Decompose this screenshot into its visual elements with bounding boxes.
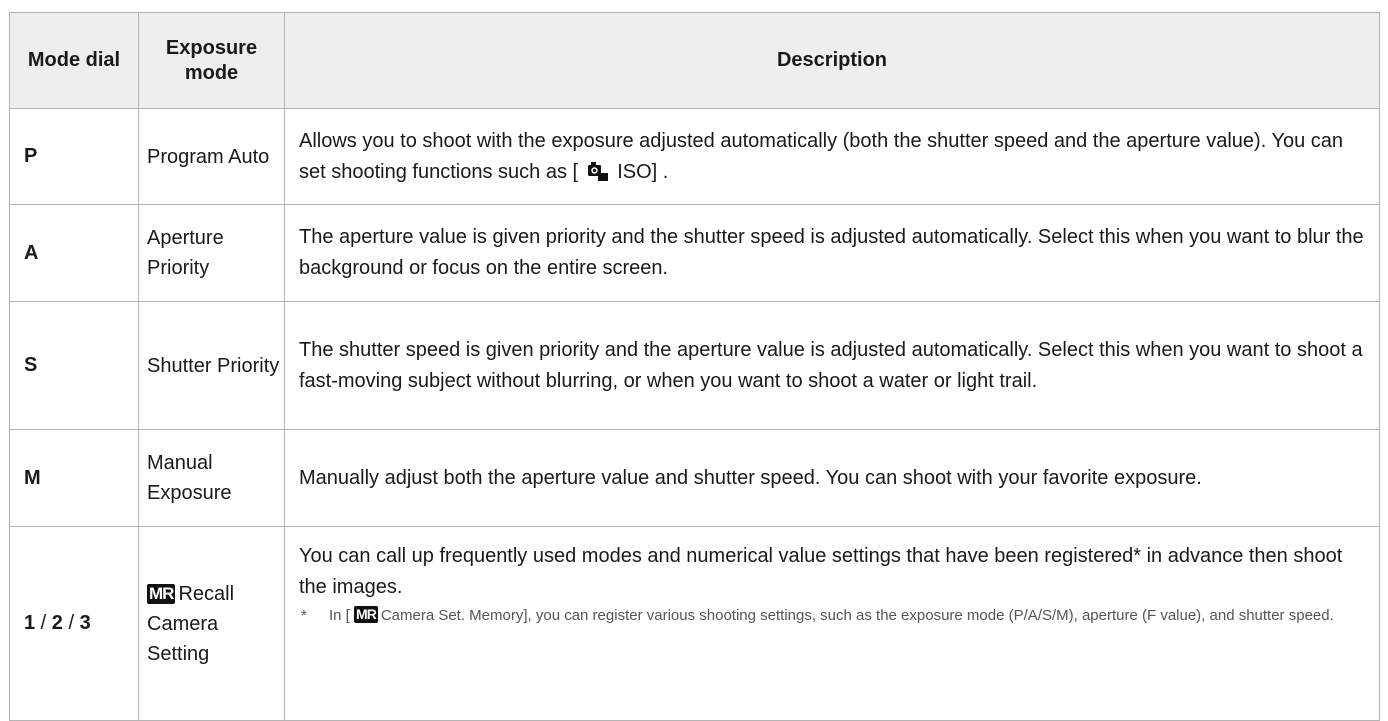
footnote-text-pre: In [ <box>329 607 350 624</box>
mode-dial-cell: 1 / 2 / 3 <box>9 526 139 721</box>
description-cell: The shutter speed is given priority and … <box>284 301 1380 430</box>
mode-dial-1: 1 <box>24 612 36 634</box>
table-header-row: Mode dial Exposure mode Description <box>9 12 1380 109</box>
mode-dial-separator: / <box>62 612 80 634</box>
description-text: Allows you to shoot with the exposure ad… <box>299 129 1343 183</box>
mode-dial-2: 2 <box>51 612 63 634</box>
mode-dial-3: 3 <box>79 612 91 634</box>
footnote-text: In [ MR Camera Set. Memory], you can regi… <box>329 603 1334 629</box>
camera-iso-icon <box>586 160 610 182</box>
description-cell: Allows you to shoot with the exposure ad… <box>284 108 1380 205</box>
footnote-mark: * <box>301 607 307 624</box>
exposure-mode-table-container: Mode dial Exposure mode Description P Pr… <box>9 12 1380 721</box>
exposure-mode-cell: MR Recall Camera Setting <box>138 526 285 721</box>
table-row: 1 / 2 / 3 MR Recall Camera Setting You ca… <box>9 526 1380 721</box>
table-row: A Aperture Priority The aperture value i… <box>9 204 1380 302</box>
description-cell: The aperture value is given priority and… <box>284 204 1380 302</box>
mr-badge-icon: MR <box>147 583 176 604</box>
table-row: M Manual Exposure Manually adjust both t… <box>9 429 1380 527</box>
mode-dial-cell: A <box>9 204 139 302</box>
table-row: S Shutter Priority The shutter speed is … <box>9 301 1380 430</box>
description-text: ISO] . <box>617 160 669 183</box>
header-exposure-mode: Exposure mode <box>138 12 285 109</box>
table-row: P Program Auto Allows you to shoot with … <box>9 108 1380 205</box>
mode-dial-cell: M <box>9 429 139 527</box>
exposure-mode-cell: Aperture Priority <box>138 204 285 302</box>
header-description: Description <box>284 12 1380 109</box>
exposure-mode-cell: Manual Exposure <box>138 429 285 527</box>
footnote: * In [ MR Camera Set. Memory], you can re… <box>299 603 1369 629</box>
mr-badge-icon: MR <box>354 606 378 623</box>
mode-dial-cell: S <box>9 301 139 430</box>
description-cell: You can call up frequently used modes an… <box>284 526 1380 721</box>
exposure-mode-table: Mode dial Exposure mode Description P Pr… <box>9 12 1380 721</box>
footnote-text-post: Camera Set. Memory], you can register va… <box>380 607 1334 624</box>
exposure-mode-cell: Program Auto <box>138 108 285 205</box>
header-mode-dial: Mode dial <box>9 12 139 109</box>
description-text: You can call up frequently used modes an… <box>299 545 1343 598</box>
exposure-mode-cell: Shutter Priority <box>138 301 285 430</box>
description-cell: Manually adjust both the aperture value … <box>284 429 1380 527</box>
mode-dial-separator: / <box>35 612 52 634</box>
mode-dial-cell: P <box>9 108 139 205</box>
